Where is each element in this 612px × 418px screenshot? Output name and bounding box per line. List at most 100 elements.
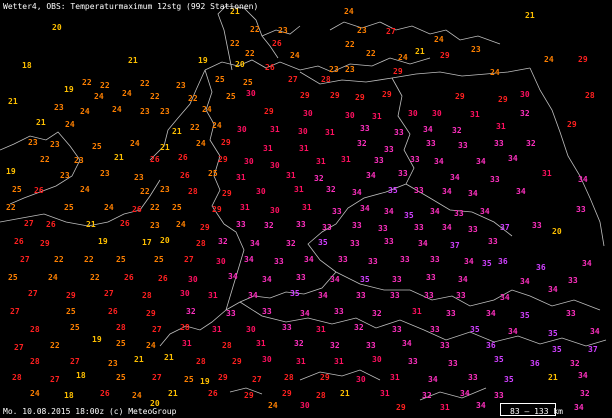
station-value: 22: [190, 123, 200, 132]
station-value: 20: [235, 60, 245, 69]
station-value: 30: [356, 375, 366, 384]
station-value: 34: [430, 207, 440, 216]
station-value: 28: [321, 75, 331, 84]
station-value: 29: [393, 67, 403, 76]
station-values: 201821 1921 24 2122 23 23 2722 26 222422 24 22 21 23…: [6, 7, 600, 412]
station-value: 30: [432, 109, 442, 118]
station-value: 33: [392, 325, 402, 334]
station-value: 22: [90, 273, 100, 282]
station-value: 25: [64, 203, 74, 212]
station-value: 28: [188, 187, 198, 196]
station-value: 30: [372, 355, 382, 364]
station-value: 23: [100, 169, 110, 178]
station-value: 31: [316, 157, 326, 166]
station-value: 34: [508, 327, 518, 336]
station-value: 23: [60, 171, 70, 180]
station-value: 24: [434, 35, 444, 44]
station-value: 22: [82, 78, 92, 87]
station-value: 29: [355, 93, 365, 102]
station-value: 23: [357, 26, 367, 35]
station-value: 33: [350, 239, 360, 248]
station-value: 27: [184, 255, 194, 264]
station-value: 21: [8, 97, 18, 106]
station-value: 21: [340, 389, 350, 398]
station-value: 32: [570, 359, 580, 368]
station-value: 34: [423, 125, 433, 134]
station-value: 33: [414, 186, 424, 195]
station-value: 34: [450, 173, 460, 182]
station-value: 24: [290, 51, 300, 60]
station-value: 21: [134, 355, 144, 364]
station-value: 27: [14, 343, 24, 352]
station-value: 32: [264, 221, 274, 230]
station-value: 35: [388, 186, 398, 195]
station-value: 22: [84, 255, 94, 264]
station-value: 34: [464, 257, 474, 266]
station-value: 34: [476, 157, 486, 166]
station-value: 34: [418, 239, 428, 248]
station-value: 33: [414, 223, 424, 232]
station-value: 33: [334, 307, 344, 316]
station-value: 24: [544, 55, 554, 64]
station-value: 22: [150, 92, 160, 101]
station-value: 29: [455, 92, 465, 101]
station-value: 26: [158, 274, 168, 283]
station-value: 34: [574, 403, 584, 412]
station-value: 27: [386, 27, 396, 36]
station-value: 25: [70, 323, 80, 332]
station-value: 28: [30, 325, 40, 334]
station-value: 26: [272, 39, 282, 48]
station-value: 34: [520, 277, 530, 286]
station-value: 33: [282, 323, 292, 332]
station-value: 34: [352, 188, 362, 197]
station-value: 29: [382, 90, 392, 99]
station-value: 22: [140, 79, 150, 88]
station-value: 31: [496, 122, 506, 131]
station-value: 29: [282, 389, 292, 398]
station-value: 26: [132, 205, 142, 214]
station-value: 33: [384, 237, 394, 246]
station-value: 23: [108, 359, 118, 368]
station-value: 35: [404, 211, 414, 220]
station-value: 28: [222, 341, 232, 350]
station-value: 34: [244, 255, 254, 264]
station-value: 34: [366, 171, 376, 180]
station-value: 23: [176, 81, 186, 90]
station-value: 37: [450, 241, 460, 250]
station-value: 22: [345, 40, 355, 49]
station-value: 34: [330, 275, 340, 284]
station-value: 26: [100, 389, 110, 398]
station-value: 30: [270, 206, 280, 215]
station-value: 33: [398, 169, 408, 178]
station-value: 29: [200, 223, 210, 232]
station-value: 28: [196, 357, 206, 366]
station-value: 29: [218, 155, 228, 164]
station-value: 26: [34, 186, 44, 195]
station-value: 31: [334, 357, 344, 366]
station-value: 34: [460, 389, 470, 398]
station-value: 24: [80, 107, 90, 116]
station-value: 34: [384, 207, 394, 216]
station-value: 33: [390, 291, 400, 300]
station-value: 25: [226, 92, 236, 101]
station-value: 21: [114, 153, 124, 162]
station-value: 37: [588, 345, 598, 354]
station-value: 33: [490, 175, 500, 184]
station-value: 30: [246, 325, 256, 334]
station-value: 33: [374, 156, 384, 165]
station-value: 21: [548, 373, 558, 382]
station-value: 30: [520, 90, 530, 99]
station-value: 27: [50, 375, 60, 384]
station-value: 17: [142, 238, 152, 247]
station-value: 31: [294, 185, 304, 194]
station-value: 33: [454, 209, 464, 218]
station-value: 32: [422, 391, 432, 400]
station-value: 30: [298, 127, 308, 136]
station-value: 34: [508, 154, 518, 163]
station-value: 21: [160, 143, 170, 152]
station-value: 32: [357, 139, 367, 148]
station-value: 25: [92, 142, 102, 151]
station-value: 26: [150, 155, 160, 164]
station-value: 31: [316, 325, 326, 334]
station-value: 31: [240, 203, 250, 212]
